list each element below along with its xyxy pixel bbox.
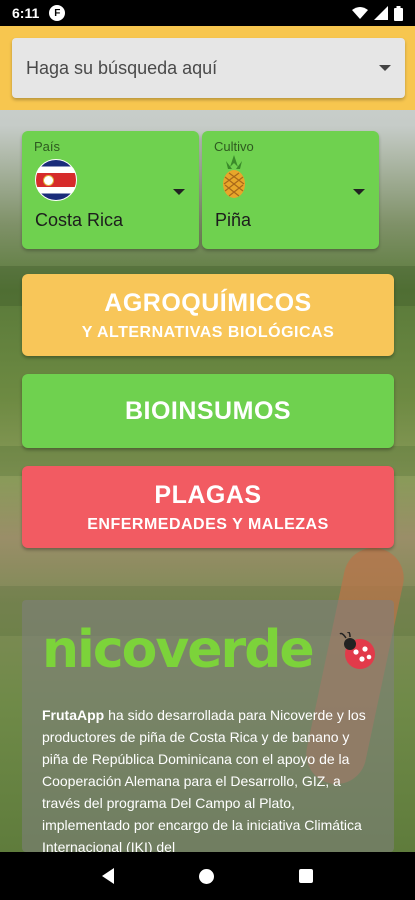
info-brand: FrutaApp bbox=[42, 707, 105, 723]
crop-value: Piña bbox=[215, 210, 252, 230]
crop-label: Cultivo bbox=[214, 139, 254, 154]
crop-selector[interactable]: Cultivo Piña bbox=[202, 131, 379, 249]
chevron-down-icon bbox=[173, 189, 185, 195]
notification-app-icon: F bbox=[49, 5, 66, 21]
ladybug-icon bbox=[339, 632, 375, 669]
plagas-title: PLAGAS bbox=[154, 480, 262, 509]
home-icon[interactable] bbox=[198, 868, 214, 884]
search-placeholder: Haga su búsqueda aquí bbox=[26, 57, 218, 78]
plagas-subtitle: ENFERMEDADES Y MALEZAS bbox=[87, 515, 329, 533]
costa-rica-flag-icon bbox=[35, 159, 77, 201]
chevron-down-icon bbox=[379, 65, 391, 71]
back-icon[interactable] bbox=[102, 868, 115, 884]
info-description: FrutaApp ha sido desarrollada para Nicov… bbox=[42, 704, 374, 852]
status-icons bbox=[352, 5, 403, 21]
status-bar: 6:11 F bbox=[0, 0, 415, 26]
nicoverde-logo-text: nicoverde bbox=[42, 620, 315, 680]
info-body: ha sido desarrollada para Nicoverde y lo… bbox=[42, 707, 366, 852]
bioinsumos-title: BIOINSUMOS bbox=[124, 396, 292, 425]
country-selector[interactable]: País Costa Rica bbox=[22, 131, 199, 249]
nicoverde-logo: nicoverde bbox=[42, 620, 375, 696]
country-value: Costa Rica bbox=[35, 210, 124, 230]
header: Haga su búsqueda aquí bbox=[0, 26, 415, 110]
pineapple-icon bbox=[223, 155, 245, 198]
bioinsumos-button[interactable]: BIOINSUMOS bbox=[22, 374, 394, 448]
system-nav-bar bbox=[0, 852, 415, 900]
plagas-button[interactable]: PLAGAS ENFERMEDADES Y MALEZAS bbox=[22, 466, 394, 548]
battery-icon bbox=[394, 5, 403, 21]
country-label: País bbox=[34, 139, 61, 154]
chevron-down-icon bbox=[353, 189, 365, 195]
search-dropdown[interactable]: Haga su búsqueda aquí bbox=[12, 38, 405, 98]
info-panel: nicoverde FrutaApp ha sido desarrollada … bbox=[22, 600, 394, 852]
agroquimicos-title: AGROQUÍMICOS bbox=[104, 288, 312, 317]
agroquimicos-button[interactable]: AGROQUÍMICOS Y ALTERNATIVAS BIOLÓGICAS bbox=[22, 274, 394, 356]
recent-apps-icon[interactable] bbox=[298, 869, 313, 883]
status-time: 6:11 bbox=[12, 5, 40, 21]
agroquimicos-subtitle: Y ALTERNATIVAS BIOLÓGICAS bbox=[81, 323, 335, 341]
wifi-icon bbox=[352, 7, 368, 19]
signal-icon bbox=[374, 6, 388, 20]
